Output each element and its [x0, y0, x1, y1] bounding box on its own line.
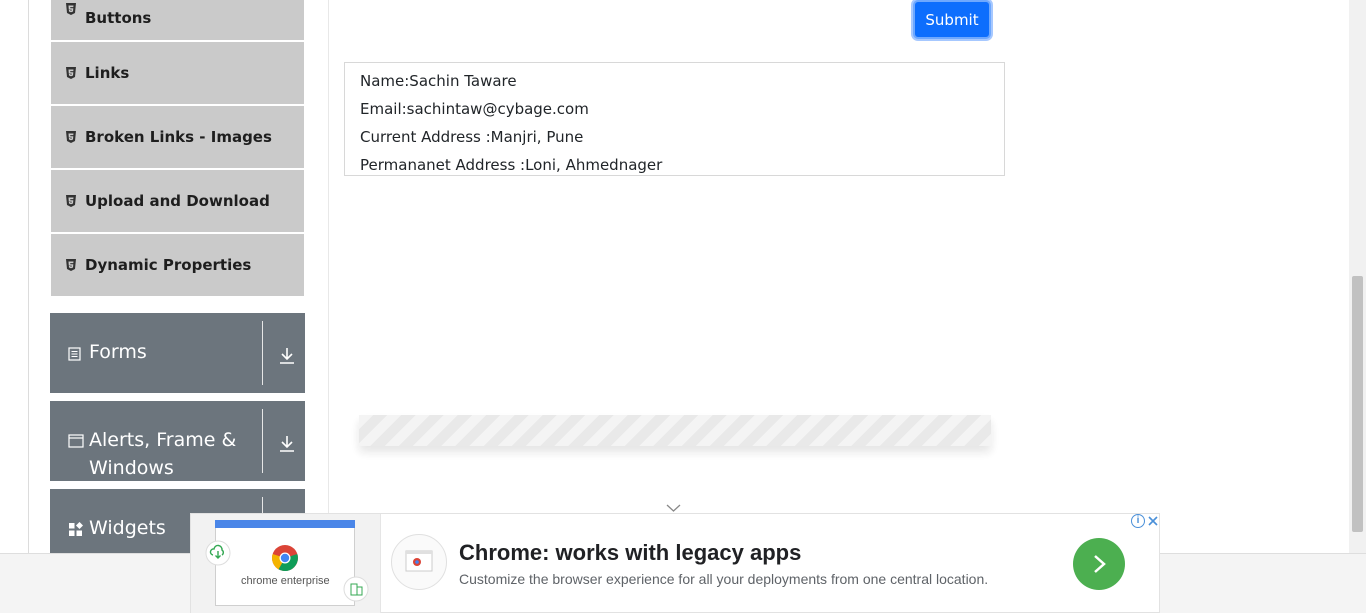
- html5-icon: [66, 131, 76, 143]
- cloud-download-icon: [205, 540, 231, 566]
- output-permanent-address: Permananet Address :Loni, Ahmednager: [360, 156, 663, 174]
- download-arrow-icon[interactable]: [279, 435, 295, 457]
- scrollbar-thumb[interactable]: [1352, 276, 1363, 532]
- ad-screenshot-image: chrome enterprise: [191, 514, 381, 613]
- sidebar-item-links[interactable]: Links: [51, 42, 304, 104]
- sidebar-item-buttons[interactable]: Buttons: [51, 0, 304, 40]
- download-arrow-icon[interactable]: [279, 347, 295, 369]
- ad-info-icon[interactable]: i: [1131, 514, 1145, 528]
- group-label-line2: Windows: [89, 457, 174, 479]
- widgets-icon: [68, 521, 84, 542]
- left-border: [28, 0, 29, 553]
- sidebar-item-label: Links: [85, 64, 130, 82]
- output-email: Email:sachintaw@cybage.com: [360, 100, 589, 118]
- sidebar-item-dynamic-properties[interactable]: Dynamic Properties: [51, 234, 304, 296]
- sidebar-group-label: Forms: [89, 341, 147, 363]
- ad-thumbnail-image: [391, 534, 447, 590]
- ad-title[interactable]: Chrome: works with legacy apps: [459, 540, 801, 566]
- sidebar-item-label: Upload and Download: [85, 192, 270, 210]
- chevron-right-icon: [1094, 555, 1106, 573]
- sidebar-item-label: Buttons: [85, 9, 152, 27]
- sidebar-item-label: Broken Links - Images: [85, 128, 272, 146]
- html5-icon: [66, 67, 76, 79]
- content-divider: [328, 0, 329, 553]
- document-icon: [68, 347, 81, 366]
- ad-banner[interactable]: chrome enterprise Chrome: works with leg…: [190, 513, 1160, 613]
- group-label-line1: Alerts, Frame &: [89, 429, 237, 451]
- window-icon: [68, 434, 84, 453]
- building-icon: [343, 576, 369, 602]
- sidebar-group-forms[interactable]: Forms: [50, 313, 305, 393]
- sidebar-group-label: Widgets: [89, 517, 166, 539]
- html5-icon: [66, 195, 76, 207]
- ad-browser-bar: [215, 520, 355, 528]
- ad-placeholder-banner: [359, 415, 991, 446]
- sidebar-item-broken-links[interactable]: Broken Links - Images: [51, 106, 304, 168]
- html5-icon: [66, 3, 76, 15]
- output-name: Name:Sachin Taware: [360, 72, 517, 90]
- sidebar-group-label: Alerts, Frame & Windows: [89, 426, 236, 482]
- ad-description: Customize the browser experience for all…: [459, 571, 989, 587]
- output-panel: Name:Sachin Taware Email:sachintaw@cybag…: [344, 62, 1005, 176]
- html5-icon: [66, 259, 76, 271]
- ad-brand-caption: chrome enterprise: [241, 575, 330, 587]
- group-separator: [262, 321, 263, 385]
- group-separator: [262, 409, 263, 473]
- submit-button[interactable]: Submit: [913, 0, 991, 39]
- ad-go-button[interactable]: [1073, 538, 1125, 590]
- chrome-logo-icon: [272, 545, 298, 572]
- ad-close-icon[interactable]: [1146, 514, 1160, 528]
- sidebar-group-alerts[interactable]: Alerts, Frame & Windows: [50, 401, 305, 481]
- output-current-address: Current Address :Manjri, Pune: [360, 128, 584, 146]
- sidebar-item-upload-download[interactable]: Upload and Download: [51, 170, 304, 232]
- sidebar-item-label: Dynamic Properties: [85, 256, 252, 274]
